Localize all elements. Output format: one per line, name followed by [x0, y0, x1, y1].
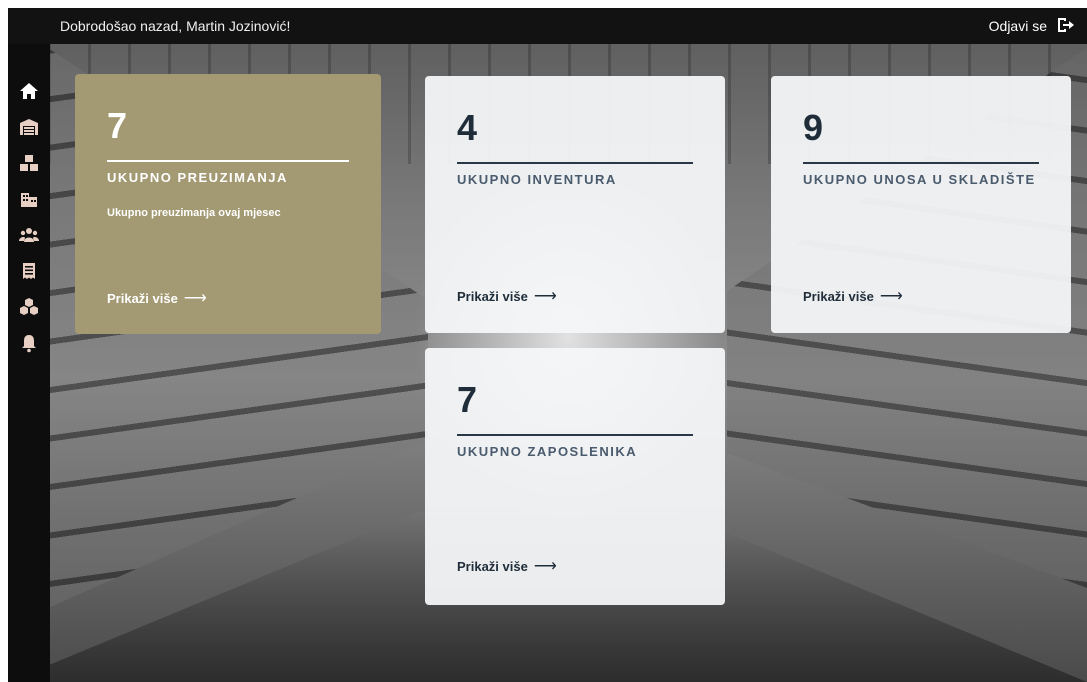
show-more-link[interactable]: Prikaži više ⟶: [457, 556, 557, 576]
boxes-icon[interactable]: [18, 152, 40, 174]
card-title: UKUPNO PREUZIMANJA: [107, 170, 288, 185]
card-divider: [457, 162, 693, 164]
users-icon[interactable]: [18, 224, 40, 246]
show-more-link[interactable]: Prikaži više ⟶: [803, 286, 903, 306]
card-value: 9: [803, 107, 824, 148]
card-preuzimanja: 7 UKUPNO PREUZIMANJA Ukupno preuzimanja …: [75, 74, 381, 334]
card-divider: [803, 162, 1039, 164]
card-divider: [107, 160, 349, 162]
card-value: 7: [457, 379, 478, 420]
receipt-icon[interactable]: [18, 260, 40, 282]
welcome-message: Dobrodošao nazad, Martin Jozinović!: [60, 18, 291, 34]
top-bar: Dobrodošao nazad, Martin Jozinović! Odja…: [8, 8, 1087, 44]
card-subtitle: Ukupno preuzimanja ovaj mjesec: [107, 207, 281, 219]
show-more-label: Prikaži više: [107, 290, 178, 306]
sidebar: [8, 44, 50, 682]
card-value: 4: [457, 107, 478, 148]
app-frame: Dobrodošao nazad, Martin Jozinović! Odja…: [8, 8, 1087, 682]
arrow-right-icon: ⟶: [879, 288, 903, 305]
show-more-link[interactable]: Prikaži više ⟶: [107, 288, 207, 308]
arrow-right-icon: ⟶: [533, 288, 557, 305]
card-unosa: 9 UKUPNO UNOSA U SKLADIŠTE Prikaži više …: [771, 76, 1071, 333]
card-title: UKUPNO ZAPOSLENIKA: [457, 444, 638, 459]
show-more-label: Prikaži više: [457, 558, 528, 574]
building-icon[interactable]: [18, 188, 40, 210]
show-more-label: Prikaži više: [803, 288, 874, 304]
show-more-label: Prikaži više: [457, 288, 528, 304]
card-divider: [457, 434, 693, 436]
logout-button[interactable]: Odjavi se: [989, 15, 1075, 38]
card-title: UKUPNO INVENTURA: [457, 172, 617, 187]
card-title: UKUPNO UNOSA U SKLADIŠTE: [803, 172, 1036, 187]
home-icon[interactable]: [18, 80, 40, 102]
card-inventura: 4 UKUPNO INVENTURA Prikaži više ⟶: [425, 76, 725, 333]
logout-icon: [1055, 15, 1075, 38]
arrow-right-icon: ⟶: [183, 290, 207, 307]
show-more-link[interactable]: Prikaži više ⟶: [457, 286, 557, 306]
warehouse-icon[interactable]: [18, 116, 40, 138]
logout-label: Odjavi se: [988, 18, 1047, 34]
bell-icon[interactable]: [18, 332, 40, 354]
cubes-icon[interactable]: [18, 296, 40, 318]
card-zaposlenika: 7 UKUPNO ZAPOSLENIKA Prikaži više ⟶: [425, 348, 725, 605]
arrow-right-icon: ⟶: [533, 558, 557, 575]
card-value: 7: [107, 105, 128, 146]
